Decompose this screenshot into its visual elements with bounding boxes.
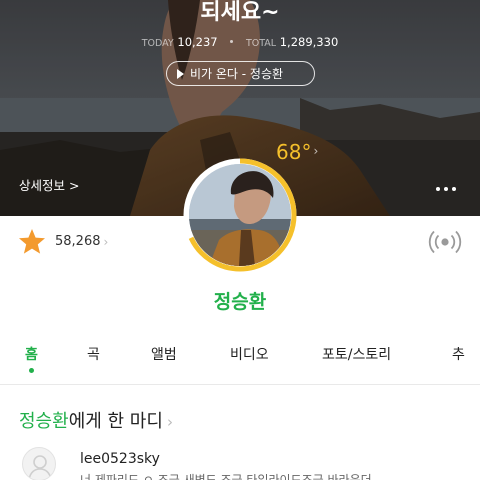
comment-section-link[interactable]: 정승환에게 한 마디 ›	[19, 407, 173, 433]
artist-name: 정승환	[213, 291, 267, 313]
visit-stats: TODAY 10,237 TOTAL 1,289,330	[0, 35, 480, 49]
tab-photo-story[interactable]: 포토/스토리	[322, 344, 391, 364]
user-placeholder-icon[interactable]	[22, 447, 56, 480]
live-broadcast-icon[interactable]	[427, 228, 463, 256]
tabs-divider	[0, 384, 480, 385]
chevron-right-icon: ›	[103, 234, 109, 249]
tab-videos[interactable]: 비디오	[230, 344, 269, 364]
play-icon	[177, 68, 184, 79]
tab-songs[interactable]: 곡	[87, 344, 100, 364]
comment-username[interactable]: lee0523sky	[80, 451, 160, 467]
today-label: TODAY	[141, 38, 174, 49]
artist-profile-screen: 되세요~ TODAY 10,237 TOTAL 1,289,330 비가 온다 …	[0, 0, 480, 480]
chevron-right-icon: ›	[313, 144, 319, 158]
profile-tabs: 홈 곡 앨범 비디오 포토/스토리 추	[0, 344, 480, 384]
today-count: 10,237	[177, 35, 218, 49]
artist-avatar	[189, 164, 291, 266]
like-count: 58,268	[55, 234, 101, 249]
now-playing-label: 비가 온다 - 정승환	[190, 67, 284, 81]
chevron-right-icon: ›	[166, 413, 173, 431]
more-dot	[436, 187, 440, 191]
comment-heading-text: 에게 한 마디	[68, 411, 163, 432]
now-playing-button[interactable]: 비가 온다 - 정승환	[166, 61, 315, 86]
comment-text: 너 제파리드 ㅇ 조금 새벽도 조금 타입라이드조금 바라운더	[80, 473, 372, 480]
like-button[interactable]: 58,268 ›	[18, 228, 108, 255]
user-silhouette	[28, 455, 52, 480]
tab-more[interactable]: 추	[452, 344, 465, 364]
detail-info-link[interactable]: 상세정보 >	[19, 175, 79, 194]
tab-home[interactable]: 홈	[25, 344, 38, 364]
more-dot	[452, 187, 456, 191]
tab-albums[interactable]: 앨범	[151, 344, 177, 364]
stats-separator	[230, 40, 234, 43]
comment-heading-artist: 정승환	[19, 411, 69, 432]
hero-title: 되세요~	[200, 0, 280, 25]
total-count: 1,289,330	[279, 35, 339, 49]
total-label: TOTAL	[245, 38, 277, 49]
star-icon	[19, 229, 45, 254]
more-dot	[444, 187, 448, 191]
more-dots-icon[interactable]	[436, 187, 456, 191]
artist-photo	[189, 164, 291, 266]
active-tab-indicator	[29, 368, 34, 373]
artist-avatar-ring[interactable]	[183, 158, 297, 272]
